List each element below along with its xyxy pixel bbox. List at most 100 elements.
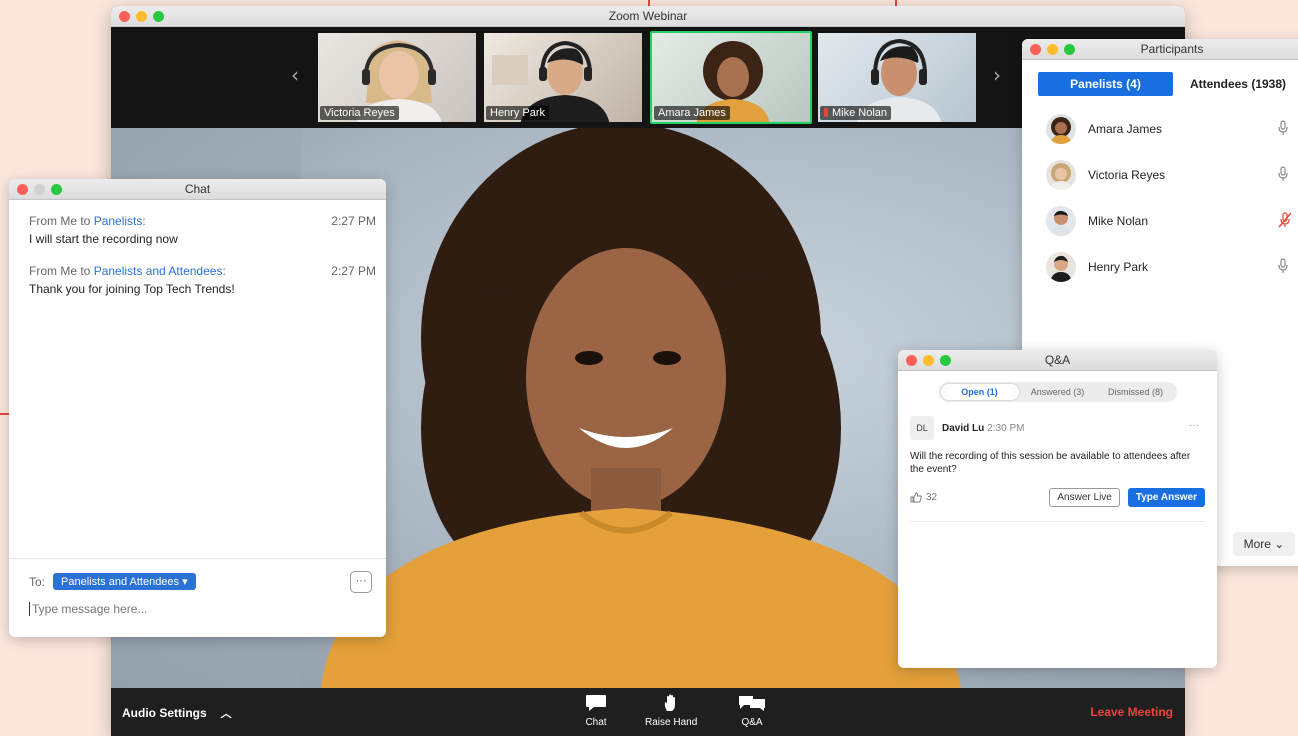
raise-hand-label: Raise Hand [645,717,698,728]
microphone-icon[interactable] [1278,258,1288,274]
question-header: DL David Lu 2:30 PM [910,416,1205,440]
meeting-toolbar: Audio Settings ︿ Chat Raise Hand Q&A Lea… [111,688,1185,736]
message-recipient[interactable]: Panelists: [94,214,146,228]
microphone-muted-icon[interactable] [1278,212,1292,228]
window-controls [119,11,164,22]
qa-button[interactable]: Q&A [738,694,766,728]
close-icon[interactable] [17,184,28,195]
question-time: 2:30 PM [987,422,1025,434]
close-icon[interactable] [119,11,130,22]
question-item: DL David Lu 2:30 PM ··· Will the recordin… [910,416,1205,522]
chat-message: From Me to Panelists: 2:27 PM I will sta… [29,214,376,246]
window-titlebar: Zoom Webinar [111,6,1185,27]
chat-messages: From Me to Panelists: 2:27 PM I will sta… [9,200,386,558]
participant-name: Victoria Reyes [1088,168,1166,182]
participant-name: Amara James [1088,122,1163,136]
message-recipient[interactable]: Panelists and Attendees: [94,264,226,278]
chevron-left-icon[interactable]: ‹ [291,65,299,85]
more-options-icon[interactable]: ··· [350,571,372,593]
tab-attendees[interactable]: Attendees (1938) [1173,72,1298,96]
video-tile-victoria[interactable]: Victoria Reyes [316,31,478,124]
participant-row[interactable]: Mike Nolan [1022,198,1298,244]
participant-row[interactable]: Victoria Reyes [1022,152,1298,198]
video-tile-amara[interactable]: Amara James [650,31,812,124]
close-icon[interactable] [906,355,917,366]
qa-bubbles-icon [739,696,765,711]
participant-row[interactable]: Amara James [1022,106,1298,152]
like-button[interactable]: 32 [910,492,1049,503]
question-text: Will the recording of this session be av… [910,451,1191,475]
qa-panel: Q&A Open (1) Answered (3) Dismissed (8) … [898,350,1217,668]
minimize-icon[interactable] [1047,44,1058,55]
tile-name-label: Henry Park [486,106,550,120]
answer-live-button[interactable]: Answer Live [1049,488,1120,507]
message-sender: From Me to Panelists and Attendees: [29,264,226,278]
tab-open[interactable]: Open (1) [940,384,1019,400]
minimize-icon[interactable] [136,11,147,22]
author-name: David Lu [942,422,985,434]
audio-settings-button[interactable]: Audio Settings ︿ [122,705,232,721]
like-count: 32 [926,492,938,503]
participants-title: Participants [1140,42,1204,56]
tab-panelists[interactable]: Panelists (4) [1038,72,1173,96]
participants-titlebar: Participants [1022,39,1298,60]
qa-button-label: Q&A [741,717,763,728]
maximize-icon[interactable] [940,355,951,366]
minimize-icon[interactable] [34,184,45,195]
window-controls [17,184,62,195]
recipient-dropdown[interactable]: Panelists and Attendees ▾ [53,573,196,590]
question-actions: 32 Answer Live Type Answer [910,488,1205,507]
chevron-right-icon[interactable]: › [993,65,1001,85]
chat-button[interactable]: Chat [585,694,607,728]
tab-answered[interactable]: Answered (3) [1019,384,1097,400]
chevron-up-icon[interactable]: ︿ [221,705,232,721]
close-icon[interactable] [1030,44,1041,55]
qa-titlebar: Q&A [898,350,1217,371]
window-title: Zoom Webinar [608,9,688,23]
message-sender: From Me to Panelists: [29,214,146,228]
leave-meeting-button[interactable]: Leave Meeting [1090,705,1173,719]
avatar [1046,160,1076,190]
maximize-icon[interactable] [1064,44,1075,55]
raise-hand-button[interactable]: Raise Hand [645,694,697,728]
avatar [1046,252,1076,282]
message-text: Thank you for joining Top Tech Trends! [29,282,235,296]
message-input[interactable] [29,602,359,616]
message-time: 2:27 PM [331,214,376,228]
qa-tabs: Open (1) Answered (3) Dismissed (8) [938,382,1177,402]
question-author: David Lu 2:30 PM [942,423,1024,434]
to-label: To: [29,574,46,589]
avatar [1046,206,1076,236]
message-header: From Me to Panelists and Attendees: 2:27… [29,264,376,278]
avatar [1046,114,1076,144]
participant-name: Mike Nolan [1088,214,1149,228]
tile-name-label: Victoria Reyes [320,106,399,120]
message-prefix: From Me to [29,264,94,278]
window-controls [1030,44,1075,55]
video-tile-mike[interactable]: Mike Nolan [816,31,978,124]
tile-name-text: Mike Nolan [832,107,888,119]
recipient-row: To: Panelists and Attendees ▾ [29,573,372,590]
avatar: DL [910,416,934,440]
question-menu-icon[interactable]: ··· [1189,420,1199,431]
muted-indicator-icon [824,108,828,117]
hand-icon [664,694,676,711]
maximize-icon[interactable] [153,11,164,22]
microphone-icon[interactable] [1278,166,1288,182]
type-answer-button[interactable]: Type Answer [1127,488,1205,507]
minimize-icon[interactable] [923,355,934,366]
message-header: From Me to Panelists: 2:27 PM [29,214,376,228]
message-text: I will start the recording now [29,232,178,246]
video-tile-henry[interactable]: Henry Park [482,31,644,124]
tab-dismissed[interactable]: Dismissed (8) [1097,384,1175,400]
tile-name-label: Mike Nolan [820,106,892,120]
maximize-icon[interactable] [51,184,62,195]
participant-row[interactable]: Henry Park [1022,244,1298,290]
tile-name-label: Amara James [654,106,730,120]
more-button[interactable]: More ⌄ [1233,532,1295,556]
message-time: 2:27 PM [331,264,376,278]
chat-button-label: Chat [585,717,607,728]
microphone-icon[interactable] [1278,120,1288,136]
message-prefix: From Me to [29,214,94,228]
chat-bubble-icon [586,695,606,711]
